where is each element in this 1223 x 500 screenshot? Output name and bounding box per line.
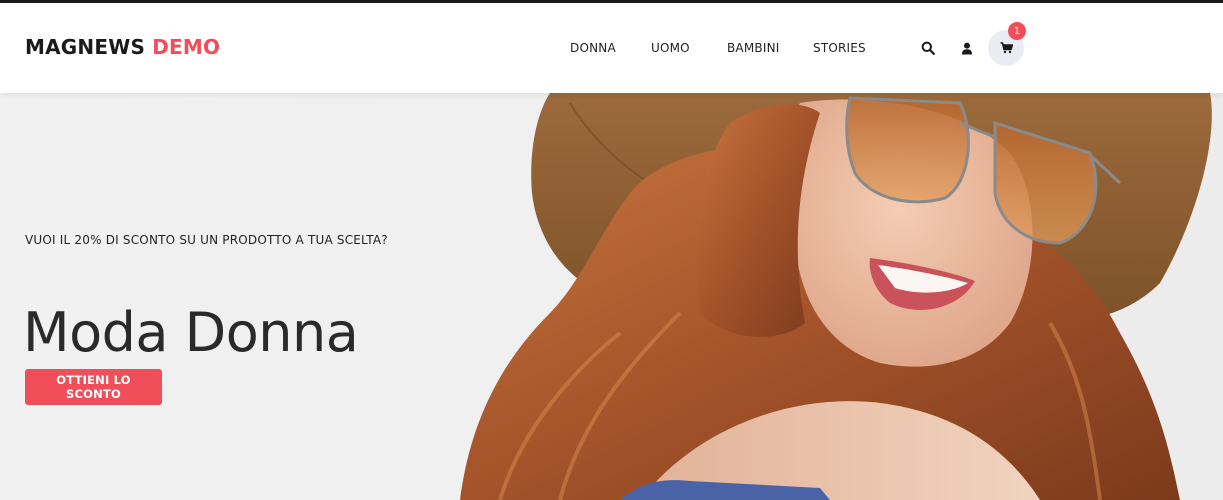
nav-item-stories[interactable]: STORIES bbox=[813, 41, 866, 55]
nav-item-bambini[interactable]: BAMBINI bbox=[727, 41, 779, 55]
cart-icon bbox=[1000, 42, 1013, 54]
hero-subtitle: VUOI IL 20% DI SCONTO SU UN PRODOTTO A T… bbox=[25, 233, 388, 247]
search-icon bbox=[921, 41, 935, 55]
get-discount-button[interactable]: OTTIENI LO SCONTO bbox=[25, 369, 162, 405]
user-icon bbox=[962, 42, 972, 54]
site-header: MAGNEWS DEMO DONNA UOMO BAMBINI STORIES … bbox=[0, 3, 1223, 93]
search-button[interactable] bbox=[918, 38, 938, 58]
logo-primary-text: MAGNEWS bbox=[25, 35, 146, 59]
hero-title: Moda Donna bbox=[23, 301, 359, 365]
site-logo[interactable]: MAGNEWS DEMO bbox=[25, 35, 220, 59]
logo-accent-text: DEMO bbox=[152, 35, 221, 59]
nav-item-donna[interactable]: DONNA bbox=[570, 41, 616, 55]
hero-image bbox=[460, 93, 1212, 500]
account-button[interactable] bbox=[957, 38, 977, 58]
nav-item-uomo[interactable]: UOMO bbox=[651, 41, 690, 55]
hero-banner: VUOI IL 20% DI SCONTO SU UN PRODOTTO A T… bbox=[0, 93, 1223, 500]
cart-count-badge: 1 bbox=[1008, 22, 1026, 40]
